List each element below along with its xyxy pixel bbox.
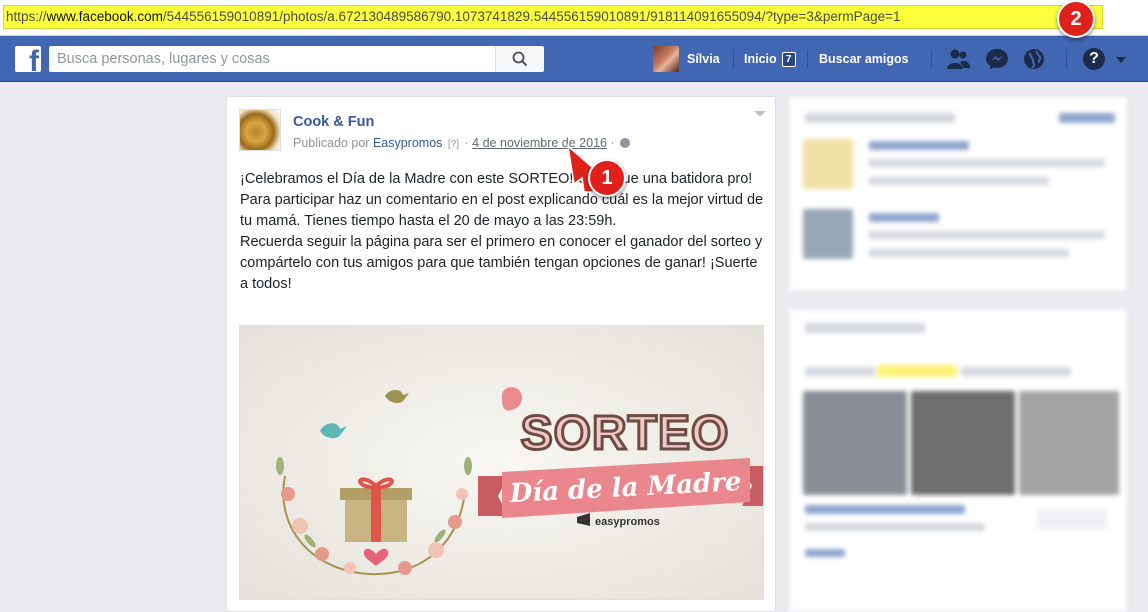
messenger-icon[interactable] [985,48,1009,70]
flower-wreath-illustration [276,389,472,576]
nav-divider [733,50,734,68]
url-path: /544556159010891/photos/a.67213048958679… [162,9,901,24]
nav-divider [807,50,808,68]
profile-name: Sílvia [687,52,720,66]
home-link[interactable]: Inicio 7 [744,46,796,72]
post-options-chevron-icon[interactable] [754,111,766,117]
post-paragraph: ¡Celebramos el Día de la Madre con este … [240,171,753,187]
post-paragraph: Recuerda seguir la página para ser el pr… [240,234,763,292]
post-photo[interactable]: SORTEO Día de la Madre easypromos [239,325,764,600]
help-icon[interactable]: ? [1083,48,1105,70]
facebook-top-bar: f Sílvia Inicio 7 Buscar amigos ? [0,36,1148,82]
facebook-logo-icon[interactable]: f [15,46,41,72]
sidebar-card [788,308,1128,612]
nav-divider [1066,50,1067,68]
nav-divider [931,50,932,68]
help-mark[interactable]: [?] [448,139,459,150]
search-icon [512,51,528,67]
post-text: ¡Celebramos el Día de la Madre con este … [240,169,768,295]
audience-globe-icon[interactable] [620,138,631,148]
sidebar-card [788,96,1128,292]
meta-separator: · [610,136,615,150]
browser-url-bar: https://www.facebook.com/544556159010891… [0,0,1148,36]
annotation-marker-1: 1 [588,159,626,197]
annotation-marker-2: 2 [1057,0,1095,38]
notifications-globe-icon[interactable] [1022,48,1046,70]
avatar [653,46,679,72]
home-count-badge: 7 [781,51,796,67]
search-button[interactable] [495,46,544,72]
find-friends-label: Buscar amigos [819,52,909,66]
page-profile-picture[interactable] [239,109,281,151]
profile-link[interactable]: Sílvia [653,46,720,72]
find-friends-link[interactable]: Buscar amigos [819,46,909,72]
help-glyph: ? [1089,50,1099,67]
page-name-link[interactable]: Cook & Fun [293,114,374,130]
post-card: Cook & Fun Publicado por Easypromos [?] … [226,96,776,612]
caret-down-icon[interactable] [1116,57,1126,63]
brand-logo-text: easypromos [595,516,660,528]
url-field[interactable]: https://www.facebook.com/544556159010891… [3,5,1103,29]
published-by-prefix: Publicado por [293,136,370,150]
friend-requests-icon[interactable] [946,48,970,70]
search-input[interactable] [49,46,495,72]
url-protocol: https:// [6,9,47,24]
sorteo-illustration: SORTEO Día de la Madre easypromos [276,387,763,576]
post-paragraph: Para participar haz un comentario en el … [240,192,764,229]
home-label: Inicio [744,52,777,66]
publisher-link[interactable]: Easypromos [373,136,442,150]
search-box [49,46,495,72]
meta-separator: · [464,136,469,150]
url-domain: www.facebook.com [46,9,163,24]
sorteo-title: SORTEO [521,407,730,460]
